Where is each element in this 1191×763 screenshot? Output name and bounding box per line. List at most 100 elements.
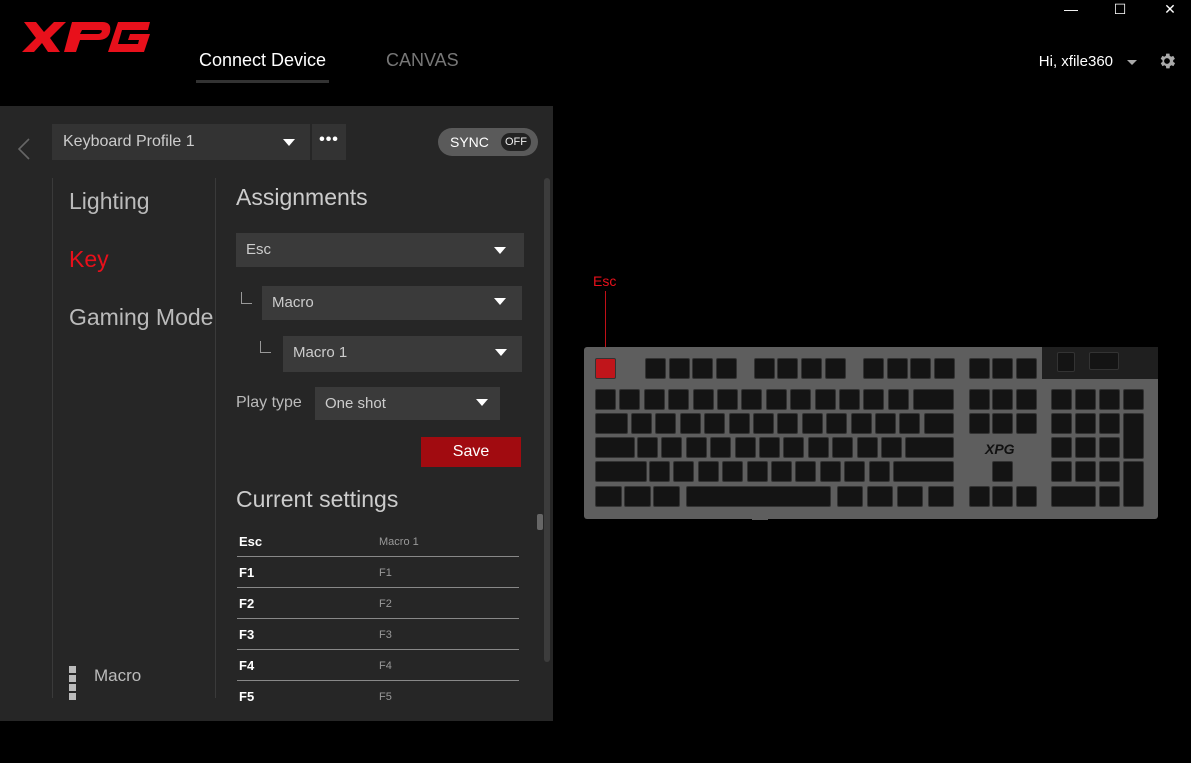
keyboard-key[interactable] [777,413,799,434]
keyboard-key[interactable] [850,413,872,434]
keyboard-key[interactable] [801,358,822,379]
chevron-down-icon[interactable] [1127,60,1137,65]
keyboard-key[interactable] [1051,413,1072,434]
keyboard-key[interactable] [992,461,1013,482]
keyboard-key[interactable] [595,437,635,458]
keyboard-key[interactable] [697,461,719,482]
keyboard-key[interactable] [783,437,805,458]
side-nav-item-gaming-mode[interactable]: Gaming Mode [69,304,213,331]
profile-select[interactable]: Keyboard Profile 1 [52,124,310,160]
scrollbar-thumb[interactable] [537,514,543,530]
keyboard-key[interactable] [643,389,665,410]
keyboard-key[interactable] [692,389,714,410]
keyboard-key[interactable] [1075,437,1096,458]
keyboard-key[interactable] [837,486,863,507]
keyboard-key[interactable] [655,413,677,434]
keyboard-key[interactable] [992,389,1013,410]
keyboard-key[interactable] [825,358,846,379]
list-item[interactable]: F3 F3 [237,619,519,650]
keyboard-key[interactable] [969,486,990,507]
keyboard-key[interactable] [692,358,713,379]
keyboard-key[interactable] [728,413,750,434]
keyboard-key[interactable] [686,486,831,507]
keyboard-key[interactable] [1075,461,1096,482]
keyboard-key[interactable] [717,389,738,410]
keyboard-key[interactable] [1099,486,1120,507]
keyboard-key[interactable] [863,358,884,379]
keyboard-key[interactable] [913,389,954,410]
keyboard-key[interactable] [928,486,954,507]
keyboard-key[interactable] [867,486,893,507]
keyboard-key[interactable] [1099,461,1120,482]
keyboard-key[interactable] [777,358,798,379]
keyboard-key[interactable] [969,389,990,410]
keyboard-key[interactable] [746,461,768,482]
keyboard-key[interactable] [759,437,780,458]
keyboard-key[interactable] [992,358,1013,379]
keyboard-key[interactable] [631,413,652,434]
keyboard-key[interactable] [679,413,701,434]
keyboard-key[interactable] [924,413,954,434]
keyboard-key[interactable] [863,389,885,410]
keyboard-key[interactable] [1051,389,1072,410]
keyboard-key[interactable] [669,358,690,379]
minimize-button[interactable]: — [1054,0,1088,18]
keyboard-key[interactable] [1099,389,1120,410]
keyboard-key[interactable] [1051,486,1096,507]
keyboard-key[interactable] [653,486,680,507]
keyboard-key[interactable] [673,461,695,482]
keyboard-key[interactable] [595,486,622,507]
keyboard-key[interactable] [1016,486,1037,507]
function-select[interactable]: Macro [262,286,522,320]
keyboard-key[interactable] [734,437,756,458]
keyboard-key[interactable] [668,389,690,410]
keyboard-key[interactable] [875,413,896,434]
keyboard-key[interactable] [754,358,775,379]
list-item[interactable]: F2 F2 [237,588,519,619]
keyboard-key[interactable] [649,461,670,482]
keyboard-key[interactable] [839,389,860,410]
keyboard-key[interactable] [899,413,921,434]
tab-canvas[interactable]: CANVAS [386,50,459,71]
keyboard-key[interactable] [595,389,616,410]
keyboard-key[interactable] [1075,413,1096,434]
keyboard-key[interactable] [741,389,763,410]
keyboard-key[interactable] [887,358,908,379]
keyboard-key[interactable] [992,486,1013,507]
keyboard-key[interactable] [595,461,647,482]
keyboard-key[interactable] [801,413,823,434]
keyboard-key[interactable] [637,437,658,458]
more-options-button[interactable]: ••• [312,124,346,160]
keyboard-key[interactable] [1099,437,1120,458]
keyboard-key[interactable] [1089,352,1119,370]
keyboard-key[interactable] [661,437,683,458]
keyboard-key[interactable] [645,358,666,379]
keyboard-key-selected[interactable] [595,358,616,379]
keyboard-key[interactable] [1123,413,1144,459]
keyboard-key[interactable] [765,389,787,410]
keyboard-key[interactable] [795,461,817,482]
scrollbar[interactable] [544,178,550,662]
list-item[interactable]: F1 F1 [237,557,519,588]
keyboard-key[interactable] [819,461,841,482]
keyboard-key[interactable] [624,486,651,507]
keyboard-key[interactable] [897,486,923,507]
keyboard-key[interactable] [619,389,641,410]
keyboard-key[interactable] [910,358,931,379]
keyboard-key[interactable] [1051,437,1072,458]
keyboard-key[interactable] [881,437,902,458]
keyboard-key[interactable] [1123,389,1144,410]
gear-icon[interactable] [1157,51,1177,71]
tab-connect-device[interactable]: Connect Device [195,50,330,83]
key-select[interactable]: Esc [236,233,524,267]
keyboard-key[interactable] [704,413,726,434]
keyboard-key[interactable] [807,437,829,458]
close-button[interactable]: ✕ [1153,0,1187,18]
list-item[interactable]: F5 F5 [237,681,519,712]
user-greeting[interactable]: Hi, xfile360 [1039,53,1113,70]
list-item[interactable]: F4 F4 [237,650,519,681]
keyboard-key[interactable] [790,389,812,410]
keyboard-key[interactable] [826,413,848,434]
keyboard-key[interactable] [969,413,990,434]
sync-toggle[interactable]: SYNC OFF [438,128,538,156]
